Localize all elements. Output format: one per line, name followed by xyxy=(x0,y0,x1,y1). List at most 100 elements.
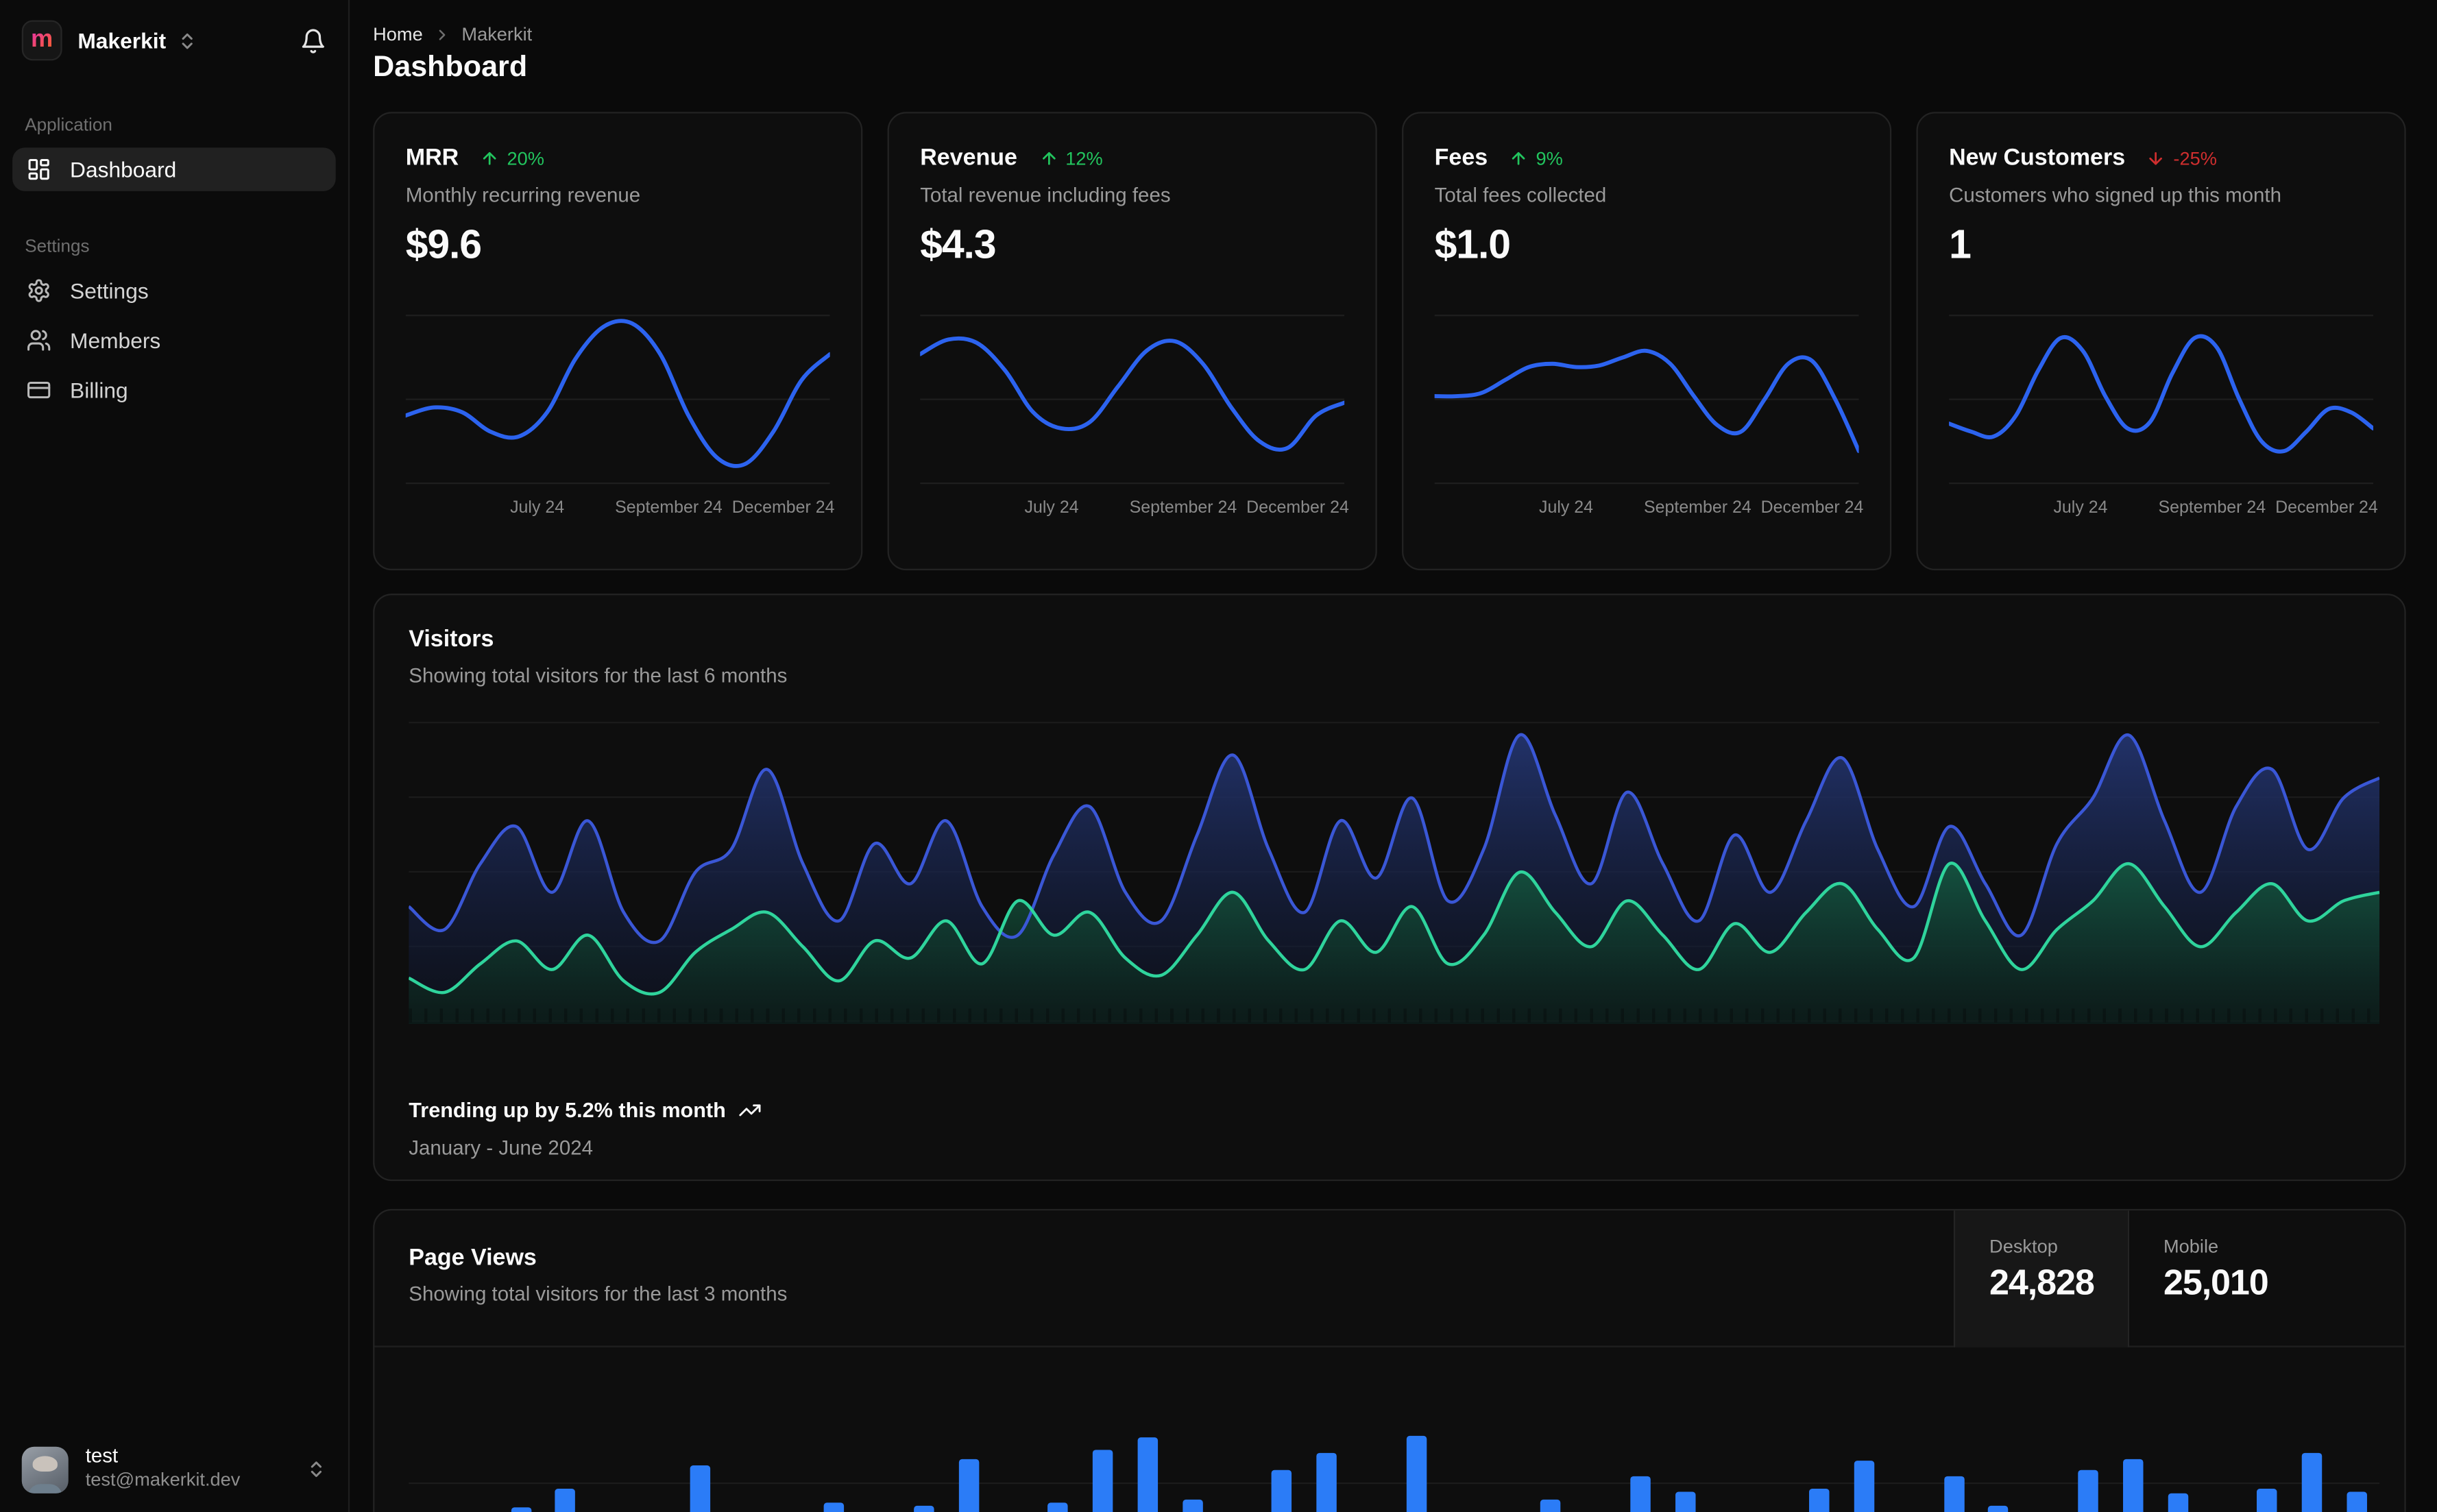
trending-up-icon xyxy=(738,1099,762,1122)
sidebar-item-members[interactable]: Members xyxy=(12,319,336,362)
stat-card[interactable]: Revenue 12% Total revenue including fees… xyxy=(887,112,1377,571)
mobile-value: 25,010 xyxy=(2163,1261,2269,1302)
bar[interactable] xyxy=(913,1505,934,1512)
stat-card-title: MRR xyxy=(405,144,459,171)
toggle-desktop[interactable]: Desktop 24,828 xyxy=(1953,1210,2128,1348)
page-title: Dashboard xyxy=(373,51,528,84)
visitors-area-chart[interactable] xyxy=(409,720,2380,1025)
stat-card-subtitle: Total revenue including fees xyxy=(920,183,1171,207)
bar[interactable] xyxy=(1182,1499,1203,1512)
bar-slot xyxy=(857,1413,901,1512)
bar-slot xyxy=(2290,1413,2334,1512)
bar[interactable] xyxy=(958,1459,979,1512)
bar[interactable] xyxy=(555,1488,576,1512)
page-views-title: Page Views xyxy=(409,1245,537,1271)
x-axis-label: July 24 xyxy=(1538,498,1594,517)
stat-trend-value: -25% xyxy=(2173,147,2217,169)
bar[interactable] xyxy=(1988,1505,2009,1512)
bar-slot xyxy=(812,1413,856,1512)
stat-x-axis: July 24 September 24 December 24 xyxy=(920,498,1349,524)
bar[interactable] xyxy=(1540,1499,1561,1512)
chevrons-up-down-icon[interactable] xyxy=(306,1459,326,1479)
x-axis-label: September 24 xyxy=(615,498,723,517)
workspace-switcher[interactable]: m Makerkit xyxy=(0,0,348,61)
bar-slot xyxy=(723,1413,767,1512)
visitors-date-range: January - June 2024 xyxy=(409,1136,594,1160)
bar-slot xyxy=(409,1413,453,1512)
bar[interactable] xyxy=(2301,1452,2323,1512)
desktop-label: Desktop xyxy=(1989,1235,2058,1258)
bar[interactable] xyxy=(1316,1452,1337,1512)
bar-slot xyxy=(2200,1413,2244,1512)
bar-slot xyxy=(677,1413,722,1512)
visitors-subtitle: Showing total visitors for the last 6 mo… xyxy=(409,663,788,687)
bar-slot xyxy=(2245,1413,2290,1512)
stat-card-subtitle: Monthly recurring revenue xyxy=(405,183,641,207)
bar[interactable] xyxy=(1047,1502,1069,1512)
toggle-mobile[interactable]: Mobile 25,010 xyxy=(2127,1210,2405,1348)
bar[interactable] xyxy=(1943,1476,1964,1512)
chevrons-up-down-icon[interactable] xyxy=(177,30,197,50)
sidebar-item-dashboard[interactable]: Dashboard xyxy=(12,147,336,191)
bar[interactable] xyxy=(1093,1450,1113,1512)
bar-slot xyxy=(1080,1413,1125,1512)
bar[interactable] xyxy=(510,1507,531,1512)
stat-card-subtitle: Total fees collected xyxy=(1434,183,1607,207)
page-views-toggle: Desktop 24,828 Mobile 25,010 xyxy=(1953,1210,2405,1348)
bar[interactable] xyxy=(824,1502,845,1512)
bar[interactable] xyxy=(1854,1461,1875,1512)
sidebar-item-billing[interactable]: Billing xyxy=(12,368,336,411)
breadcrumb-home[interactable]: Home xyxy=(373,23,423,45)
bar-slot xyxy=(588,1413,633,1512)
bell-icon[interactable] xyxy=(300,27,327,54)
sidebar-item-settings[interactable]: Settings xyxy=(12,269,336,312)
bar[interactable] xyxy=(1137,1437,1158,1512)
bar[interactable] xyxy=(1809,1488,1830,1512)
bar-slot xyxy=(991,1413,1035,1512)
bar[interactable] xyxy=(2167,1493,2188,1512)
bar[interactable] xyxy=(1406,1435,1427,1512)
nav-application: Dashboard xyxy=(0,135,348,191)
bar-slot xyxy=(1259,1413,1304,1512)
user-email: test@makerkit.dev xyxy=(85,1469,241,1491)
stat-card[interactable]: MRR 20% Monthly recurring revenue $9.6 J… xyxy=(373,112,863,571)
stat-card-value: $9.6 xyxy=(405,220,482,267)
bar[interactable] xyxy=(2122,1459,2144,1512)
bar[interactable] xyxy=(2078,1470,2098,1512)
stat-card-value: $1.0 xyxy=(1434,220,1511,267)
bar[interactable] xyxy=(1675,1491,1695,1512)
bar[interactable] xyxy=(1272,1470,1292,1512)
bar-slot xyxy=(2155,1413,2200,1512)
stat-card-title: Revenue xyxy=(920,144,1017,171)
x-axis-label: September 24 xyxy=(1129,498,1237,517)
bar-slot xyxy=(1125,1413,1169,1512)
bar-slot xyxy=(1662,1413,1707,1512)
bar-slot xyxy=(1797,1413,1841,1512)
page-views-bar-chart[interactable] xyxy=(409,1413,2380,1512)
bar-chart-bars xyxy=(409,1413,2379,1512)
stat-cards-row: MRR 20% Monthly recurring revenue $9.6 J… xyxy=(373,112,2406,571)
bar-slot xyxy=(1618,1413,1662,1512)
dashboard-page: m Makerkit Application Dashboard Setting… xyxy=(0,0,2437,1512)
bar[interactable] xyxy=(2257,1488,2277,1512)
stat-card-header: New Customers -25% xyxy=(1949,145,2373,171)
bar[interactable] xyxy=(1629,1476,1651,1512)
user-name: test xyxy=(85,1444,119,1468)
visitors-trend-line: Trending up by 5.2% this month xyxy=(409,1099,762,1122)
visitors-card: Visitors Showing total visitors for the … xyxy=(373,594,2406,1182)
x-axis-label: December 24 xyxy=(1760,498,1864,517)
stat-card[interactable]: New Customers -25% Customers who signed … xyxy=(1916,112,2406,571)
user-menu[interactable]: test test@makerkit.dev xyxy=(0,1427,348,1512)
arrow-up-icon xyxy=(1510,149,1528,167)
bar[interactable] xyxy=(2347,1491,2367,1512)
bar-slot xyxy=(1842,1413,1887,1512)
stat-card-value: $4.3 xyxy=(920,220,996,267)
stat-trend-value: 12% xyxy=(1065,147,1103,169)
bar-slot xyxy=(1931,1413,1976,1512)
page-views-subtitle: Showing total visitors for the last 3 mo… xyxy=(409,1282,788,1306)
bar[interactable] xyxy=(690,1465,710,1512)
stat-card[interactable]: Fees 9% Total fees collected $1.0 July 2… xyxy=(1402,112,1892,571)
stat-x-axis: July 24 September 24 December 24 xyxy=(1949,499,2377,524)
stat-sparkline-chart xyxy=(1949,303,2374,489)
bar-slot xyxy=(2334,1413,2379,1512)
